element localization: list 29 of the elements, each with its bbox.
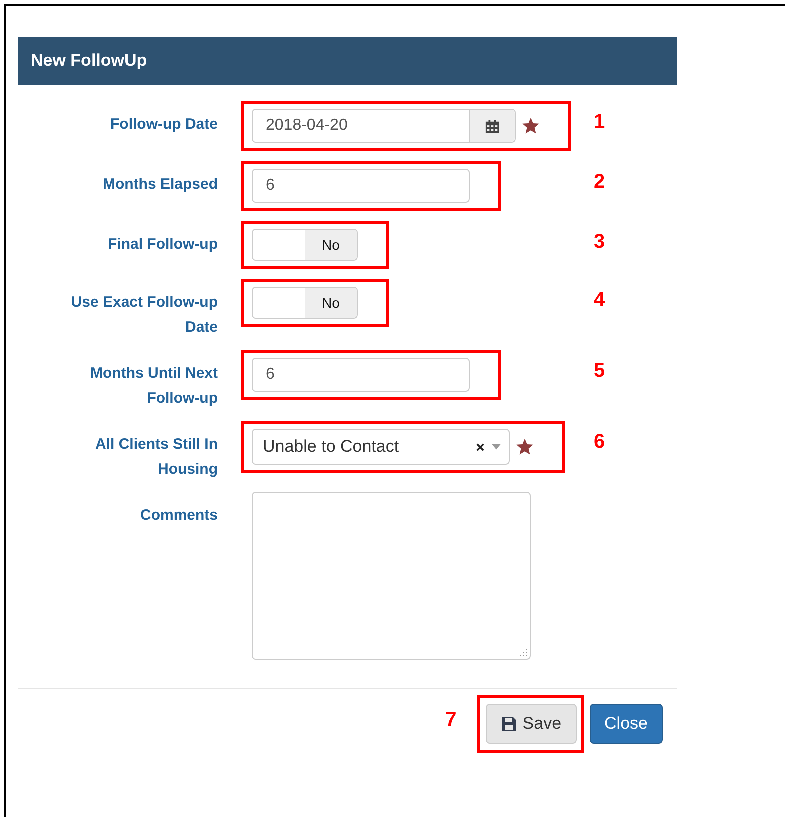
select-field[interactable]: Unable to Contact	[252, 429, 510, 465]
comments-field[interactable]	[252, 492, 531, 660]
field-label: Months Elapsed	[102, 175, 218, 195]
calendar-button[interactable]	[469, 110, 515, 142]
dialog-title: New FollowUp	[18, 37, 677, 85]
callout-number: 7	[446, 708, 457, 732]
close-button[interactable]: Close	[590, 704, 663, 744]
toggle-switch[interactable]: No	[252, 229, 358, 261]
input-field[interactable]: 6	[252, 358, 470, 392]
callout-number: 5	[594, 359, 606, 383]
field-label: Months Until Next Follow-up	[90, 364, 218, 409]
resize-grip-icon[interactable]	[520, 649, 528, 657]
caret-icon[interactable]	[492, 444, 501, 450]
field-label: Comments	[139, 506, 218, 526]
field-label: Follow-up Date	[110, 115, 218, 135]
callout-number: 4	[594, 288, 606, 312]
field-label: Final Follow-up	[107, 235, 218, 255]
save-button[interactable]: Save	[486, 704, 577, 744]
callout-number: 2	[594, 170, 606, 194]
input-field[interactable]: 6	[252, 169, 470, 203]
field-label: All Clients Still In Housing	[94, 435, 218, 480]
callout-number: 6	[594, 430, 606, 454]
callout-number: 3	[594, 230, 606, 254]
calendar-icon	[485, 118, 500, 134]
date-field[interactable]: 2018-04-20	[252, 109, 516, 143]
field-label: Use Exact Follow-up Date	[70, 293, 218, 338]
callout-number: 1	[594, 110, 606, 134]
clear-icon[interactable]	[476, 442, 485, 452]
toggle-switch[interactable]: No	[252, 287, 358, 319]
